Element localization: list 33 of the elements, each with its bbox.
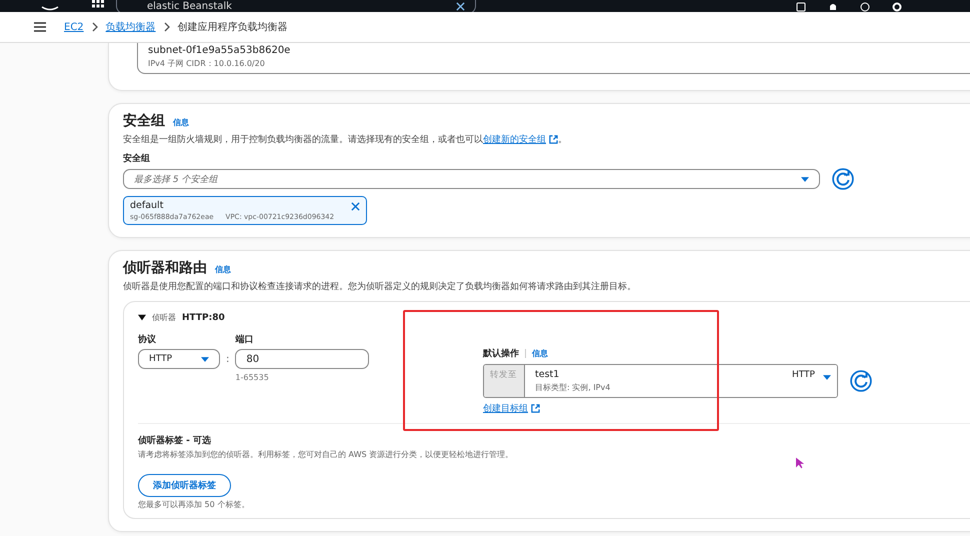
protocol-select[interactable]: HTTP: [138, 349, 220, 369]
security-group-select[interactable]: 最多选择 5 个安全组: [123, 169, 820, 189]
field-label: 安全组: [123, 152, 151, 165]
subnet-option[interactable]: subnet-0f1e9a55a53b8620e IPv4 子网 CIDR：10.0.16.0/20: [137, 43, 970, 74]
field-label: 默认操作: [483, 348, 519, 360]
separator-colon: :: [226, 354, 230, 365]
tags-description: 请考虑将标签添加到您的侦听器。利用标签，您可对自己的 AWS 资源进行分类，以便更轻松地进行管理。: [138, 449, 514, 460]
port-input[interactable]: 80: [235, 349, 370, 369]
breadcrumb-current: 创建应用程序负载均衡器: [178, 20, 288, 34]
breadcrumb-link[interactable]: 负载均衡器: [106, 20, 156, 34]
listener-label: 侦听器: [152, 312, 176, 323]
token-name: default: [130, 200, 164, 211]
create-target-group-link[interactable]: 创建目标组: [483, 402, 528, 415]
info-link[interactable]: 信息: [532, 348, 548, 359]
create-security-group-link[interactable]: 创建新的安全组: [483, 133, 546, 146]
field-label: 协议: [138, 333, 157, 346]
target-group-select[interactable]: test1 目标类型: 实例, IPv4 HTTP: [524, 365, 837, 397]
tags-title: 侦听器标签 - 可选: [138, 434, 212, 447]
listener-name: HTTP:80: [182, 312, 225, 322]
info-link[interactable]: 信息: [173, 117, 189, 128]
section-description: 安全组是一组防火墙规则，用于控制负载均衡器的流量。请选择现有的安全组，或者也可以创建新的安全组 。: [123, 133, 568, 146]
port-hint: 1-65535: [235, 373, 270, 382]
add-listener-tag-button[interactable]: 添加侦听器标签: [138, 474, 231, 497]
field-label: 端口: [235, 333, 254, 346]
info-link[interactable]: 信息: [215, 264, 231, 275]
section-title: 安全组: [123, 112, 165, 130]
breadcrumb-link[interactable]: EC2: [64, 22, 84, 32]
subnet-cidr: IPv4 子网 CIDR：10.0.16.0/20: [148, 58, 266, 69]
section-title: 侦听器和路由: [123, 259, 207, 277]
section-description: 侦听器是使用您配置的端口和协议检查连接请求的进程。您为侦听器定义的规则决定了负载均衡器如何将请求路由到其注册目标。: [123, 280, 637, 293]
tags-limit-hint: 您最多可以再添加 50 个标签。: [138, 499, 250, 510]
subnet-id: subnet-0f1e9a55a53b8620e: [148, 45, 292, 56]
forward-to-label: 转发至: [484, 365, 524, 397]
